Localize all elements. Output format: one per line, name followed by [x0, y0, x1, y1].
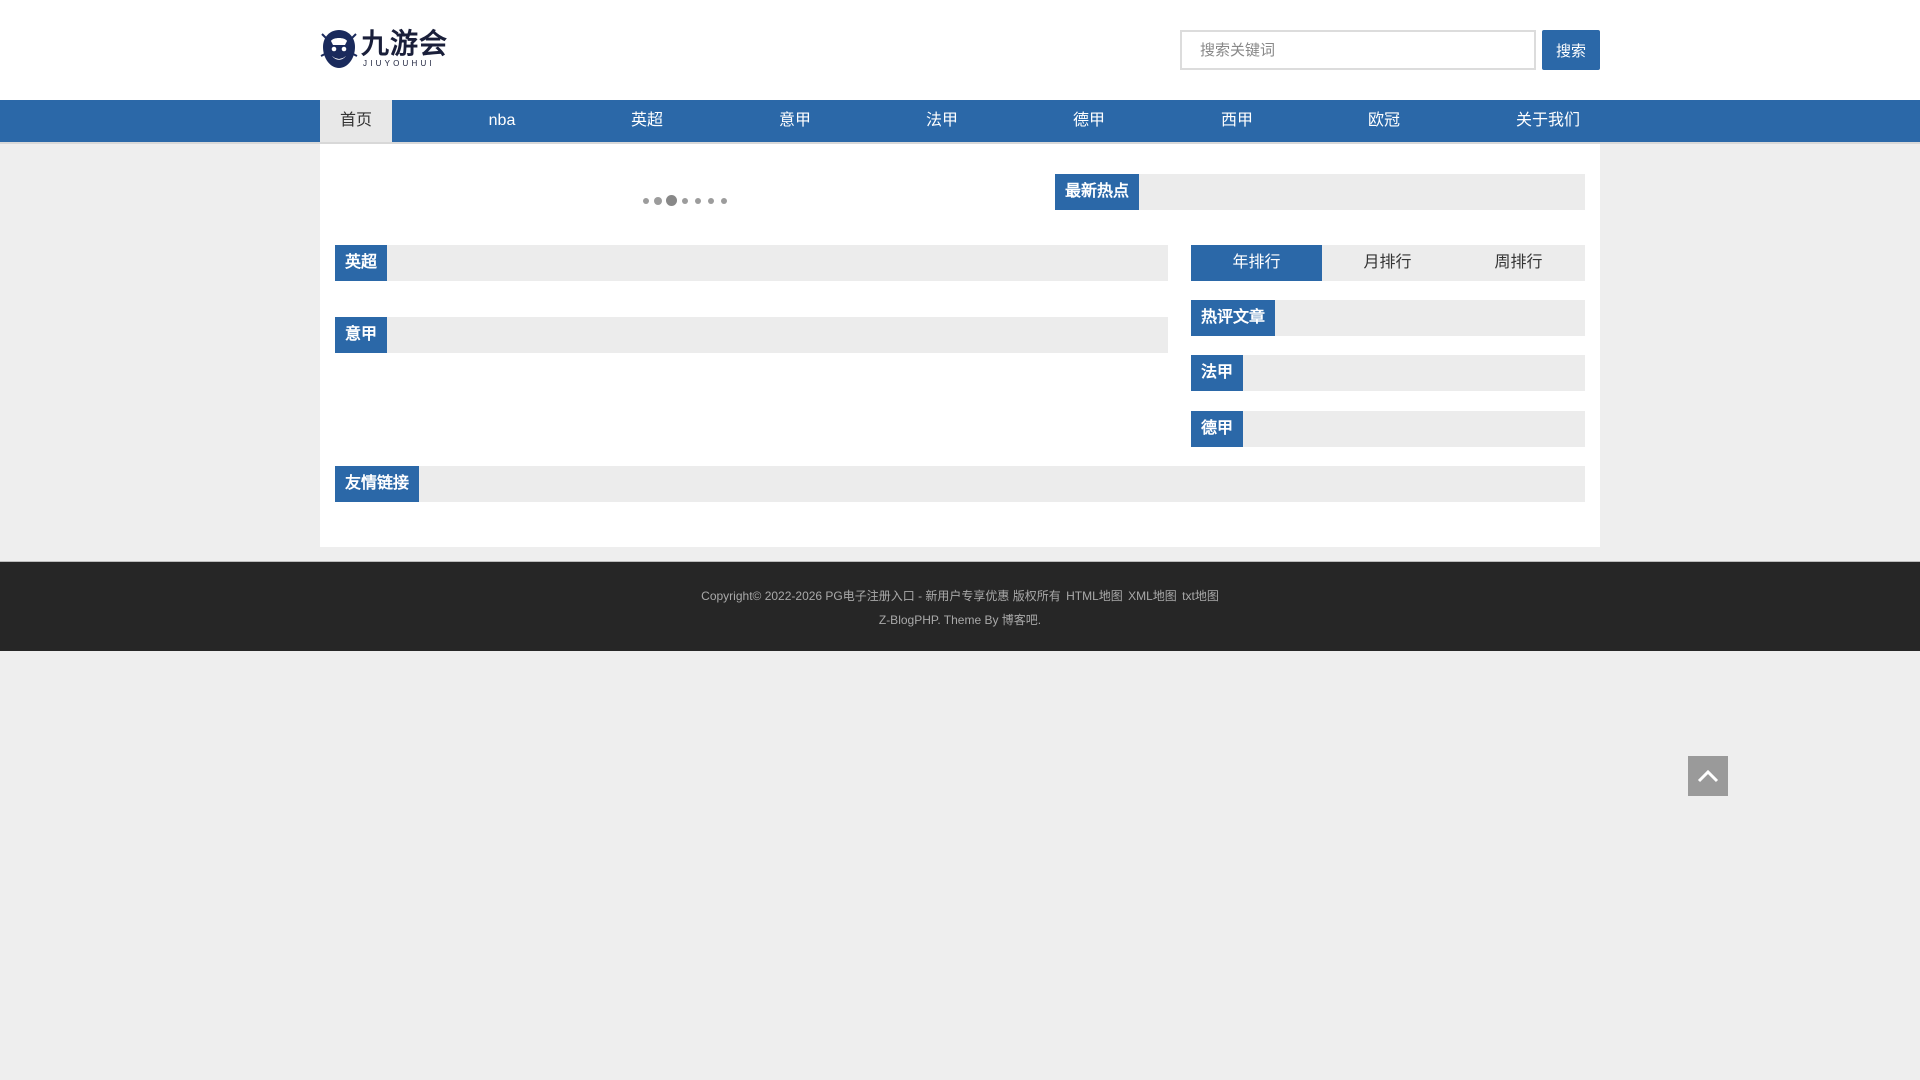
nav-item-premier-league[interactable]: 英超	[612, 100, 682, 142]
copyright-text: Copyright© 2022-2026 PG电子注册入口 - 新用户专享优惠 …	[701, 589, 1061, 603]
slider-dot[interactable]	[654, 197, 662, 205]
footer-copyright-line: Copyright© 2022-2026 PG电子注册入口 - 新用户专享优惠 …	[0, 587, 1920, 604]
footer-link-txt-map[interactable]: txt地图	[1182, 589, 1219, 603]
nav-item-about-us[interactable]: 关于我们	[1500, 100, 1596, 142]
slider-dot[interactable]	[708, 198, 714, 204]
slider-dot[interactable]	[643, 198, 649, 204]
tab-weekly-ranking[interactable]: 周排行	[1453, 245, 1584, 281]
logo-subtitle: JIUYOUHUI	[363, 59, 435, 68]
slider-dot[interactable]	[682, 198, 688, 204]
serie-a-title[interactable]: 意甲	[335, 317, 388, 353]
tab-monthly-ranking[interactable]: 月排行	[1322, 245, 1453, 281]
ligue1-section: 法甲	[1191, 355, 1585, 391]
footer-link-html-map[interactable]: HTML地图	[1066, 589, 1123, 603]
ligue1-title[interactable]: 法甲	[1191, 355, 1244, 391]
logo-title: 九游会	[361, 27, 449, 60]
slider-dot[interactable]	[721, 198, 727, 204]
hot-comments-title: 热评文章	[1191, 300, 1276, 336]
site-logo[interactable]: 九游会 JIUYOUHUI	[320, 28, 448, 70]
slider-dot-active[interactable]	[666, 195, 677, 206]
latest-hot-title: 最新热点	[1055, 174, 1140, 210]
site-header: 九游会 JIUYOUHUI 搜索	[0, 0, 1920, 100]
slider-dot[interactable]	[695, 198, 701, 204]
serie-a-section: 意甲	[335, 317, 1168, 353]
friend-links-title: 友情链接	[335, 466, 420, 502]
hot-comments-section: 热评文章	[1191, 300, 1585, 336]
nav-item-home[interactable]: 首页	[320, 100, 392, 142]
footer-powered-line[interactable]: Z-BlogPHP. Theme By 博客吧.	[0, 611, 1920, 628]
main-nav: 首页 nba 英超 意甲 法甲 德甲 西甲 欧冠 关于我们	[0, 100, 1920, 142]
nav-item-la-liga[interactable]: 西甲	[1202, 100, 1272, 142]
nav-item-nba[interactable]: nba	[467, 100, 537, 142]
search-input[interactable]	[1180, 30, 1536, 70]
chevron-up-icon	[1697, 769, 1719, 783]
tab-yearly-ranking[interactable]: 年排行	[1191, 245, 1322, 281]
nav-item-serie-a[interactable]: 意甲	[760, 100, 830, 142]
footer-link-xml-map[interactable]: XML地图	[1128, 589, 1177, 603]
premier-league-title[interactable]: 英超	[335, 245, 388, 281]
nav-item-ligue1[interactable]: 法甲	[907, 100, 977, 142]
bundesliga-title[interactable]: 德甲	[1191, 411, 1244, 447]
back-to-top-button[interactable]	[1688, 756, 1728, 796]
logo-text: 九游会 JIUYOUHUI	[361, 29, 448, 69]
nav-item-bundesliga[interactable]: 德甲	[1054, 100, 1124, 142]
friend-links-section: 友情链接	[335, 466, 1585, 502]
site-footer: Copyright© 2022-2026 PG电子注册入口 - 新用户专享优惠 …	[0, 562, 1920, 651]
premier-league-section: 英超	[335, 245, 1168, 281]
nav-item-champions-league[interactable]: 欧冠	[1349, 100, 1419, 142]
bundesliga-section: 德甲	[1191, 411, 1585, 447]
search-button[interactable]: 搜索	[1542, 30, 1600, 70]
ranking-tabs: 年排行 月排行 周排行	[1191, 245, 1585, 281]
lion-head-logo-icon	[320, 30, 358, 68]
latest-hot-section: 最新热点	[1055, 174, 1585, 210]
